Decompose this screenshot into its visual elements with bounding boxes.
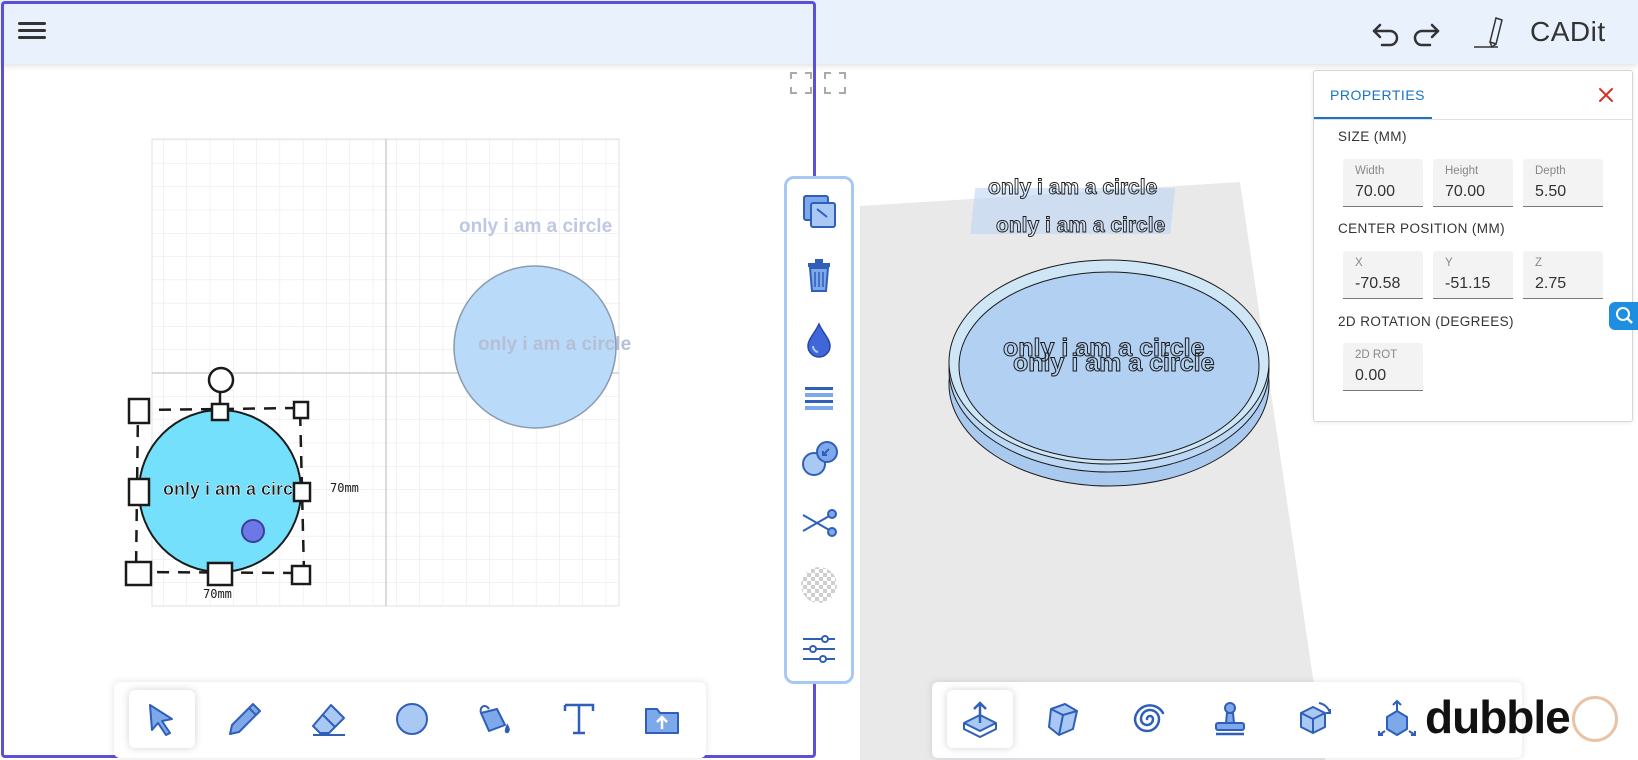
group-icon[interactable]	[799, 439, 839, 479]
ghost-text-label[interactable]: only i am a circle	[459, 216, 612, 237]
tab-properties[interactable]: PROPERTIES	[1314, 71, 1432, 119]
watermark-logo: dubble	[1425, 691, 1571, 743]
app-brand: CADit	[1530, 16, 1606, 47]
depth-input[interactable]	[1535, 183, 1597, 201]
solid-tool[interactable]	[1030, 690, 1096, 748]
properties-panel: PROPERTIES SIZE (MM) Width Height Depth …	[1313, 70, 1633, 422]
pencil-tool[interactable]	[212, 690, 278, 748]
width-input[interactable]	[1355, 183, 1417, 201]
resize-handle-nw[interactable]	[127, 397, 151, 425]
floating-3d-text[interactable]: only i am a circle only i am a circle	[970, 176, 1176, 237]
width-field[interactable]: Width	[1343, 159, 1423, 207]
sketch-toolbar	[114, 682, 706, 758]
size-section-label: SIZE (MM)	[1338, 129, 1407, 144]
spiral-icon	[1133, 704, 1165, 733]
duplicate-icon[interactable]	[799, 191, 839, 231]
redo-icon[interactable]	[1410, 16, 1442, 48]
scissors-icon[interactable]	[799, 503, 839, 543]
eraser-tool[interactable]	[296, 690, 362, 748]
resize-handle-n[interactable]	[210, 402, 230, 422]
zoom-panel-tab[interactable]	[1609, 302, 1638, 330]
paint-bucket-icon	[479, 705, 510, 734]
svg-text:only i am a circle: only i am a circle	[1013, 349, 1215, 377]
pencil-icon	[229, 703, 261, 735]
rotation-field[interactable]: 2D ROT	[1343, 343, 1423, 391]
resize-handle-ne[interactable]	[292, 400, 310, 420]
z-input[interactable]	[1535, 275, 1597, 293]
folder-upload-icon	[645, 708, 679, 734]
fullscreen-2d-icon[interactable]	[790, 72, 812, 94]
height-field[interactable]: Height	[1433, 159, 1513, 207]
sketch-pencil-icon[interactable]	[1472, 14, 1506, 50]
center-section-label: CENTER POSITION (MM)	[1338, 221, 1505, 236]
svg-text:only i am a circle: only i am a circle	[988, 176, 1157, 199]
undo-icon[interactable]	[1370, 16, 1402, 48]
stamp-tool[interactable]	[1197, 690, 1263, 748]
spiral-tool[interactable]	[1114, 690, 1180, 748]
revolve-cube-icon	[1300, 702, 1331, 734]
y-field[interactable]: Y	[1433, 251, 1513, 299]
sliders-icon[interactable]	[799, 629, 839, 669]
app-root: CADit only i am a circle only i am a cir…	[0, 0, 1638, 760]
eraser-icon	[312, 704, 345, 736]
close-icon[interactable]	[1596, 85, 1616, 105]
height-input[interactable]	[1445, 183, 1507, 201]
extrude-icon	[963, 701, 997, 739]
sketch-canvas[interactable]: only i am a circle only i am a circle on…	[0, 0, 818, 760]
cursor-arrow-icon	[149, 704, 173, 736]
x-input[interactable]	[1355, 275, 1417, 293]
depth-field[interactable]: Depth	[1523, 159, 1603, 207]
resize-handle-s[interactable]	[206, 561, 234, 587]
rotate-handle[interactable]	[207, 366, 235, 394]
cube-icon	[1048, 703, 1078, 736]
extrude-tool[interactable]	[947, 690, 1013, 748]
select-tool[interactable]	[129, 690, 195, 748]
3d-disc[interactable]: only i am a circle only i am a circle	[948, 259, 1270, 487]
resize-handle-e[interactable]	[292, 481, 312, 503]
resize-handle-se[interactable]	[290, 564, 312, 586]
text-t-icon	[563, 703, 595, 735]
ghost-circle-label: only i am a circle	[478, 334, 631, 355]
resize-handle-sw[interactable]	[124, 560, 153, 587]
align-icon[interactable]	[799, 379, 839, 419]
pivot-handle[interactable]	[241, 519, 265, 543]
selected-circle-label: only i am a circle	[163, 479, 308, 499]
scale-tool[interactable]	[1364, 690, 1430, 748]
circle-icon	[396, 703, 428, 735]
circle-tool[interactable]	[379, 690, 445, 748]
transparency-icon[interactable]	[799, 565, 839, 605]
object-tools-column	[784, 176, 854, 684]
x-field[interactable]: X	[1343, 251, 1423, 299]
color-drop-icon[interactable]	[799, 319, 839, 359]
revolve-tool[interactable]	[1280, 690, 1346, 748]
svg-text:only i am a circle: only i am a circle	[996, 214, 1165, 237]
z-field[interactable]: Z	[1523, 251, 1603, 299]
y-input[interactable]	[1445, 275, 1507, 293]
import-tool[interactable]	[629, 690, 695, 748]
text-tool[interactable]	[546, 690, 612, 748]
resize-handle-w[interactable]	[127, 477, 151, 507]
magnifier-icon	[1616, 307, 1633, 324]
dimension-width-label: 70mm	[203, 587, 232, 601]
rotation-input[interactable]	[1355, 367, 1417, 385]
dimension-height-label: 70mm	[330, 481, 359, 495]
stamp-icon	[1215, 702, 1245, 736]
rotation-section-label: 2D ROTATION (DEGREES)	[1338, 314, 1514, 329]
fill-tool[interactable]	[462, 690, 528, 748]
scale-arrows-icon	[1378, 699, 1416, 736]
trash-icon[interactable]	[799, 255, 839, 295]
help-ring-icon[interactable]	[1572, 696, 1618, 742]
